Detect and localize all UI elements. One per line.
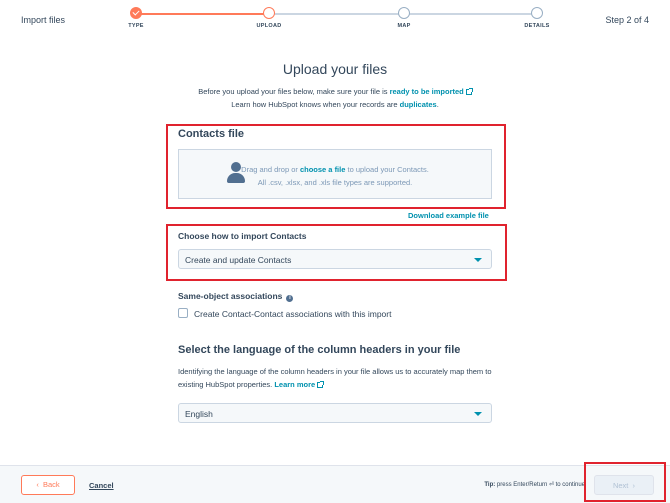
tip-label: Tip: xyxy=(484,482,496,488)
contacts-file-title: Contacts file xyxy=(178,128,245,140)
step-dot xyxy=(531,7,543,19)
next-label: Next xyxy=(612,481,629,490)
chevron-right-icon: › xyxy=(632,481,636,490)
step-label: TYPE xyxy=(128,23,144,29)
tip-text: press Enter/Return ⏎ to continue xyxy=(496,482,585,488)
step-map: MAP xyxy=(369,7,439,29)
step-label: UPLOAD xyxy=(256,23,282,29)
import-mode-title: Choose how to import Contacts xyxy=(178,231,307,241)
chevron-left-icon: ‹ xyxy=(36,480,39,489)
intro-line-1: Before you upload your files below, make… xyxy=(0,87,670,96)
intro-suffix: . xyxy=(436,100,439,109)
cancel-link[interactable]: Cancel xyxy=(89,481,114,490)
check-icon xyxy=(130,7,142,19)
step-counter: Step 2 of 4 xyxy=(605,15,649,25)
back-label: Back xyxy=(42,480,60,489)
step-upload: UPLOAD xyxy=(234,7,304,29)
import-mode-value: Create and update Contacts xyxy=(185,255,292,265)
page-title: Upload your files xyxy=(282,61,388,77)
language-select[interactable]: English xyxy=(178,403,492,423)
language-heading: Select the language of the column header… xyxy=(178,344,461,356)
ready-to-import-link[interactable]: ready to be imported xyxy=(390,87,464,96)
duplicates-link[interactable]: duplicates xyxy=(400,100,437,109)
file-dropzone[interactable]: Drag and drop or choose a file to upload… xyxy=(178,149,492,199)
chevron-down-icon xyxy=(474,258,482,262)
step-label: DETAILS xyxy=(524,23,550,29)
import-files-label: Import files xyxy=(21,15,66,25)
step-dot xyxy=(398,7,410,19)
intro-line-2: Learn how HubSpot knows when your record… xyxy=(0,100,670,109)
top-bar: Import files TYPE UPLOAD MAP DETAILS Ste… xyxy=(0,0,670,40)
info-icon[interactable]: i xyxy=(286,295,294,302)
import-mode-select[interactable]: Create and update Contacts xyxy=(178,249,492,269)
drop-prefix: Drag and drop or xyxy=(241,165,298,174)
associations-checkbox[interactable] xyxy=(178,308,188,318)
associations-checkbox-label[interactable]: Create Contact-Contact associations with… xyxy=(194,309,391,319)
choose-file-link[interactable]: choose a file xyxy=(300,165,345,174)
step-details: DETAILS xyxy=(502,7,572,29)
external-link-icon xyxy=(317,381,325,388)
keyboard-tip: Tip: press Enter/Return ⏎ to continue xyxy=(484,481,585,488)
back-button[interactable]: ‹ Back xyxy=(21,475,75,495)
supported-types-text: All .csv, .xlsx, and .xls file types are… xyxy=(257,178,413,187)
language-para-text: Identifying the language of the column h… xyxy=(178,367,492,389)
learn-more-link[interactable]: Learn more xyxy=(274,380,315,389)
intro-text: Before you upload your files below, make… xyxy=(198,87,388,96)
dropzone-text: Drag and drop or choose a file to upload… xyxy=(179,165,491,174)
drop-suffix: to upload your Contacts. xyxy=(347,165,429,174)
next-button[interactable]: Next › xyxy=(594,475,654,495)
download-example-link[interactable]: Download example file xyxy=(408,211,489,220)
intro-text: Learn how HubSpot knows when your record… xyxy=(231,100,398,109)
associations-title-text: Same-object associations xyxy=(178,291,283,301)
language-value: English xyxy=(185,409,213,419)
associations-title: Same-object associations i xyxy=(178,291,294,302)
step-type: TYPE xyxy=(101,7,171,29)
step-dot-active xyxy=(263,7,275,19)
language-description: Identifying the language of the column h… xyxy=(178,365,498,391)
step-label: MAP xyxy=(397,23,411,29)
external-link-icon xyxy=(465,88,473,95)
chevron-down-icon xyxy=(474,412,482,416)
